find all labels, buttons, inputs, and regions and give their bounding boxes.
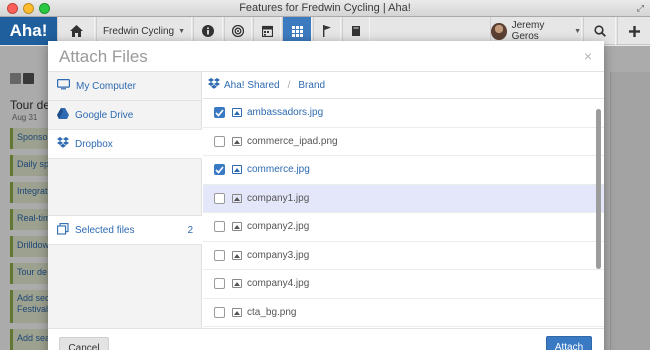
sidebar-spacer (48, 159, 201, 216)
cancel-button[interactable]: Cancel (59, 337, 109, 350)
computer-icon (57, 79, 71, 93)
file-name: company1.jpg (247, 192, 310, 204)
minimize-window-button[interactable] (23, 3, 34, 14)
source-google-drive[interactable]: Google Drive (48, 101, 201, 130)
calendar-icon (261, 25, 273, 37)
search-icon (593, 25, 606, 37)
home-icon (69, 25, 83, 37)
source-sidebar: My Computer Google Drive Dropbox Selecte… (48, 72, 202, 328)
attach-button[interactable]: Attach (546, 336, 592, 350)
file-row[interactable]: company3.jpg (203, 242, 604, 270)
zoom-window-button[interactable] (39, 3, 50, 14)
dropbox-icon (57, 137, 69, 151)
file-name: company4.jpg (247, 278, 310, 290)
file-checkbox[interactable] (214, 107, 225, 119)
grid-icon (291, 25, 303, 37)
file-name: cta_bg.png (247, 306, 297, 318)
image-file-icon (232, 250, 242, 260)
image-file-icon (232, 222, 242, 232)
image-file-icon (232, 193, 242, 203)
source-label: Google Drive (75, 109, 134, 121)
source-label: My Computer (76, 80, 137, 92)
plus-icon (628, 25, 640, 37)
file-row[interactable]: ambassadors.jpg (203, 99, 604, 128)
breadcrumb: Aha! Shared / Brand (203, 72, 604, 99)
window-titlebar: Features for Fredwin Cycling | Aha! ⤢ (0, 0, 650, 17)
file-checkbox[interactable] (214, 249, 225, 261)
selected-files-count: 2 (187, 224, 193, 236)
files-icon (57, 222, 69, 238)
file-list-scrollbar[interactable] (596, 109, 601, 269)
file-checkbox[interactable] (214, 164, 225, 176)
avatar (491, 22, 507, 40)
source-label: Dropbox (75, 138, 113, 150)
dialog-header: Attach Files × (48, 41, 604, 72)
attach-files-dialog: Attach Files × My Computer Google Drive … (48, 41, 604, 350)
image-file-icon (232, 108, 242, 118)
user-name: Jeremy Geros (511, 20, 545, 42)
info-icon (202, 25, 214, 37)
file-name: company2.jpg (247, 221, 310, 233)
chevron-down-icon: ▼ (178, 27, 186, 35)
file-browser: Aha! Shared / Brand ambassadors.jpg comm… (203, 72, 604, 328)
selected-files-label: Selected files (75, 224, 135, 236)
file-checkbox[interactable] (214, 278, 225, 290)
fullscreen-icon[interactable]: ⤢ (637, 2, 644, 14)
file-checkbox[interactable] (214, 221, 225, 233)
image-file-icon (232, 165, 242, 175)
breadcrumb-current[interactable]: Brand (298, 80, 325, 91)
file-checkbox[interactable] (214, 192, 225, 204)
file-row[interactable]: commerce_ipad.png (203, 128, 604, 156)
file-row[interactable]: company4.jpg (203, 270, 604, 299)
google-drive-icon (57, 108, 69, 122)
image-file-icon (232, 279, 242, 289)
product-name: Fredwin Cycling (102, 25, 175, 37)
window-title: Features for Fredwin Cycling | Aha! (239, 2, 411, 14)
dropbox-icon (208, 78, 220, 92)
file-checkbox[interactable] (214, 306, 225, 318)
file-row[interactable]: commerce.jpg (203, 156, 604, 185)
file-row[interactable]: cta_bg.png (203, 299, 604, 327)
dialog-footer: Cancel Attach (48, 328, 604, 350)
target-icon (232, 25, 244, 37)
close-window-button[interactable] (7, 3, 18, 14)
flag-icon (322, 25, 332, 37)
file-checkbox[interactable] (214, 135, 225, 147)
image-file-icon (232, 136, 242, 146)
chevron-down-icon: ▼ (574, 27, 581, 35)
add-button[interactable] (617, 17, 650, 45)
file-name: commerce.jpg (247, 164, 310, 176)
breadcrumb-root[interactable]: Aha! Shared (224, 80, 280, 91)
image-file-icon (232, 307, 242, 317)
dialog-title: Attach Files (59, 47, 148, 66)
close-icon[interactable]: × (584, 48, 592, 64)
file-row[interactable]: company1.jpg (203, 184, 604, 213)
file-name: company3.jpg (247, 249, 310, 261)
source-dropbox[interactable]: Dropbox (48, 130, 202, 159)
book-icon (350, 25, 362, 37)
file-row[interactable]: company2.jpg (203, 213, 604, 242)
file-name: ambassadors.jpg (247, 107, 324, 119)
breadcrumb-separator: / (287, 79, 291, 91)
source-my-computer[interactable]: My Computer (48, 72, 201, 101)
file-name: commerce_ipad.png (247, 135, 338, 147)
selected-files-item[interactable]: Selected files 2 (48, 216, 202, 245)
